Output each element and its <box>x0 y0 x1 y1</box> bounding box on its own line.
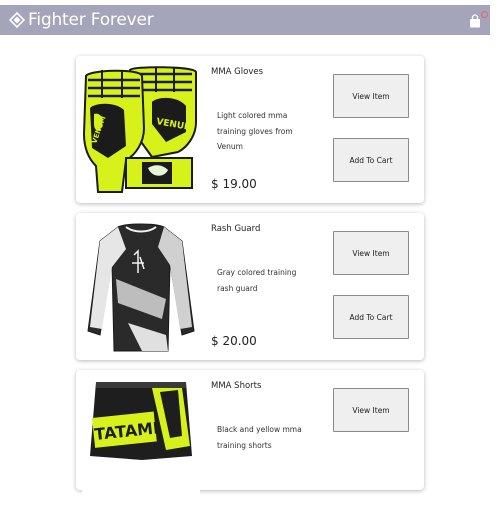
add-to-cart-button[interactable]: Add To Cart <box>333 295 409 339</box>
view-item-button[interactable]: View Item <box>333 74 409 118</box>
add-to-cart-button[interactable]: Add To Cart <box>333 138 409 182</box>
product-card: TATAMI MMA Shorts Black and yellow mma t… <box>76 370 424 511</box>
view-item-button[interactable]: View Item <box>333 231 409 275</box>
product-title: MMA Gloves <box>211 67 264 77</box>
diamond-logo-icon <box>9 12 25 28</box>
cart-button[interactable] <box>469 11 489 29</box>
product-card: VENUM VENUM MMA Gloves Light colored mma… <box>76 56 424 203</box>
mma-gloves-image: VENUM VENUM <box>82 62 200 197</box>
product-description: Light colored mma training gloves from V… <box>217 111 293 151</box>
product-description: Black and yellow mma training shorts <box>217 425 302 450</box>
brand-logo[interactable]: Fighter Forever <box>9 10 154 30</box>
product-price: $ 19.00 <box>211 177 257 191</box>
cart-badge <box>481 11 488 18</box>
product-price: $ 20.00 <box>211 334 257 348</box>
product-title: MMA Shorts <box>211 381 262 391</box>
shopping-bag-icon <box>470 14 480 28</box>
top-navbar: Fighter Forever <box>0 5 490 35</box>
brand-name: Fighter Forever <box>28 10 154 30</box>
product-description: Gray colored training rash guard <box>217 268 297 293</box>
mma-shorts-image: TATAMI <box>82 376 200 511</box>
rash-guard-image <box>82 219 200 354</box>
product-card: Rash Guard Gray colored training rash gu… <box>76 213 424 360</box>
product-title: Rash Guard <box>211 224 261 234</box>
view-item-button[interactable]: View Item <box>333 388 409 432</box>
